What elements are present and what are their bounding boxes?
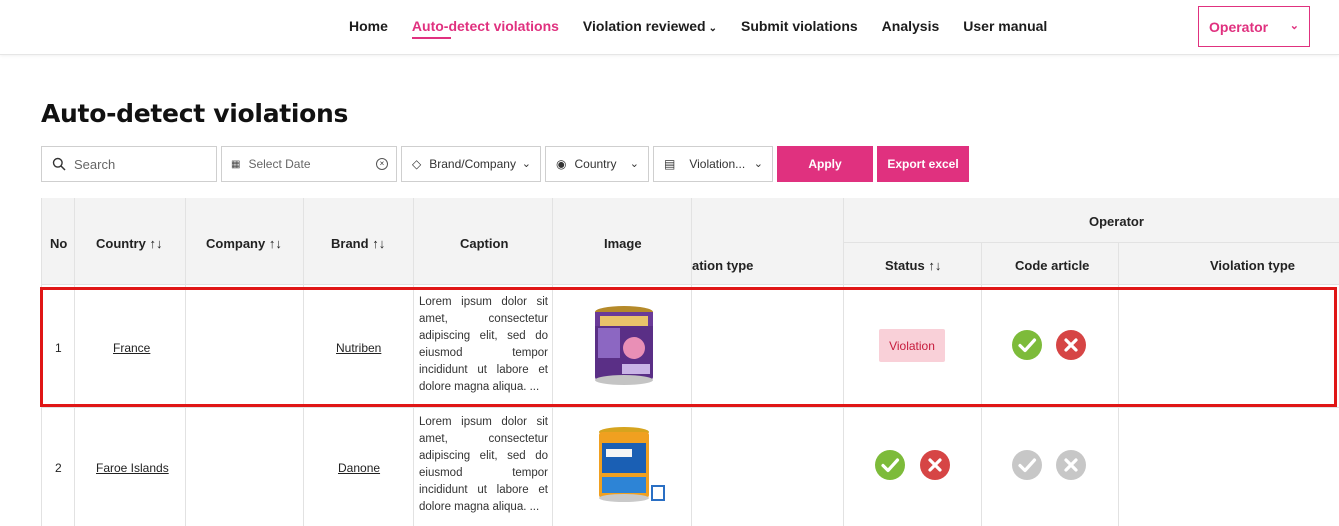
role-select-value: Operator bbox=[1209, 19, 1269, 35]
globe-icon: ◉ bbox=[556, 157, 567, 171]
header-caption: Caption bbox=[460, 236, 509, 251]
header-image: Image bbox=[604, 236, 642, 251]
date-picker[interactable]: ▦ Select Date × bbox=[221, 146, 397, 182]
row-2-brand-link[interactable]: Danone bbox=[338, 461, 380, 475]
list-icon: ▤ bbox=[664, 157, 676, 171]
chevron-down-icon: ⌄ bbox=[629, 158, 639, 170]
header-violation-type: Violation type bbox=[1210, 258, 1295, 273]
search-input[interactable]: Search bbox=[41, 146, 217, 182]
role-select[interactable]: Operator ⌄ bbox=[1198, 6, 1310, 47]
header-violation-type-partial: ation type bbox=[692, 258, 754, 273]
violation-label: Violation... bbox=[689, 157, 746, 171]
nav-violation-reviewed[interactable]: Violation reviewed ⌄ bbox=[583, 18, 717, 34]
main-nav: Home Auto-detect violations Violation re… bbox=[349, 18, 1071, 39]
nav-user-manual[interactable]: User manual bbox=[963, 18, 1047, 34]
sort-icon[interactable]: ↑↓ bbox=[372, 236, 385, 251]
date-placeholder: Select Date bbox=[248, 157, 311, 171]
top-navigation-bar: Home Auto-detect violations Violation re… bbox=[0, 0, 1339, 55]
chevron-down-icon: ⌄ bbox=[708, 23, 717, 34]
page-title: Auto-detect violations bbox=[41, 99, 349, 128]
sort-icon[interactable]: ↑↓ bbox=[149, 236, 162, 251]
nav-submit-violations[interactable]: Submit violations bbox=[741, 18, 858, 34]
chevron-down-icon: ⌄ bbox=[753, 158, 763, 170]
header-code-article: Code article bbox=[1015, 258, 1090, 273]
header-operator-group: Operator bbox=[1089, 214, 1144, 229]
nav-home[interactable]: Home bbox=[349, 18, 388, 34]
chevron-down-icon: ⌄ bbox=[521, 158, 531, 170]
divider bbox=[843, 242, 1339, 243]
calendar-icon: ▦ bbox=[231, 158, 241, 170]
approve-disabled-icon bbox=[1012, 450, 1042, 480]
header-country-label: Country bbox=[96, 236, 146, 251]
header-company[interactable]: Company ↑↓ bbox=[206, 236, 282, 251]
country-dropdown[interactable]: ◉ Country ⌄ bbox=[545, 146, 649, 182]
search-icon bbox=[52, 157, 66, 171]
row-2-caption: Lorem ipsum dolor sit amet, consectetur … bbox=[419, 416, 548, 513]
nav-analysis[interactable]: Analysis bbox=[882, 18, 940, 34]
chevron-down-icon: ⌄ bbox=[1289, 20, 1299, 32]
nav-violation-reviewed-label: Violation reviewed bbox=[582, 18, 706, 34]
header-country[interactable]: Country ↑↓ bbox=[96, 236, 162, 251]
export-excel-button[interactable]: Export excel bbox=[877, 146, 969, 182]
header-company-label: Company bbox=[206, 236, 266, 251]
row-2-no: 2 bbox=[55, 461, 62, 475]
header-status[interactable]: Status ↑↓ bbox=[885, 258, 941, 273]
violation-dropdown[interactable]: ▤ Violation... ⌄ bbox=[653, 146, 773, 182]
header-brand-label: Brand bbox=[331, 236, 369, 251]
row-highlight bbox=[40, 287, 1337, 407]
approve-icon[interactable] bbox=[875, 450, 905, 480]
header-brand[interactable]: Brand ↑↓ bbox=[331, 236, 385, 251]
brand-company-dropdown[interactable]: ◇ Brand/Company ⌄ bbox=[401, 146, 541, 182]
clear-date-icon[interactable]: × bbox=[376, 158, 388, 170]
nav-auto-detect-violations[interactable]: Auto-detect violations bbox=[411, 18, 559, 39]
sort-icon[interactable]: ↑↓ bbox=[928, 258, 941, 273]
apply-button[interactable]: Apply bbox=[777, 146, 873, 182]
divider bbox=[41, 284, 1339, 285]
divider bbox=[41, 407, 1339, 408]
search-placeholder: Search bbox=[74, 156, 116, 172]
header-status-label: Status bbox=[885, 258, 925, 273]
reject-icon[interactable] bbox=[920, 450, 950, 480]
reject-disabled-icon bbox=[1056, 450, 1086, 480]
country-label: Country bbox=[574, 157, 617, 171]
row-2-country-link[interactable]: Faroe Islands bbox=[96, 461, 169, 475]
tag-icon: ◇ bbox=[412, 157, 422, 171]
brand-company-label: Brand/Company bbox=[429, 157, 516, 171]
sort-icon[interactable]: ↑↓ bbox=[269, 236, 282, 251]
product-image[interactable] bbox=[596, 425, 666, 507]
header-no: No bbox=[50, 236, 68, 251]
